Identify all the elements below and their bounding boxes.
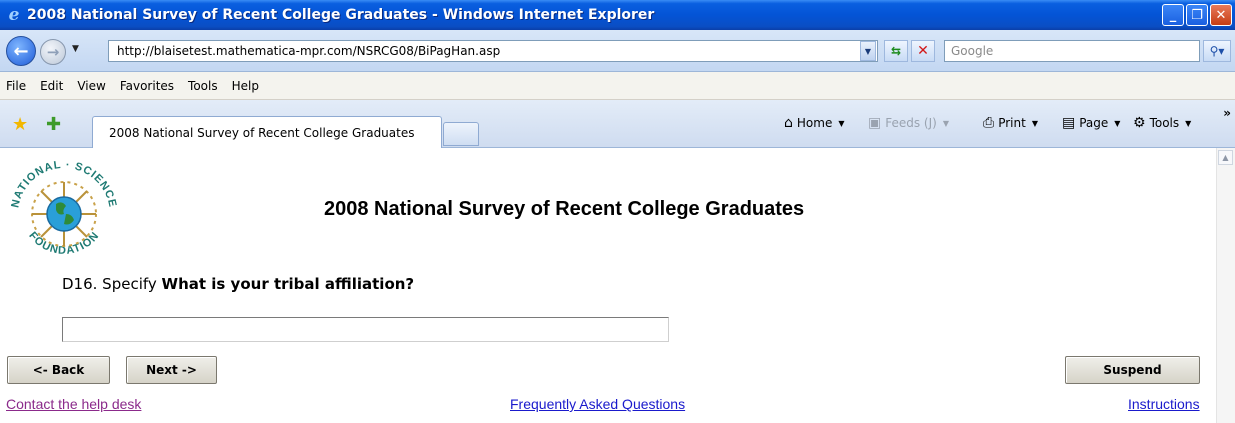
window-title-bar[interactable]: e 2008 National Survey of Recent College… [0,0,1235,30]
tab-active[interactable]: 2008 National Survey of Recent College G… [92,116,442,148]
home-label: Home [796,116,833,130]
menu-tools[interactable]: Tools [188,79,218,93]
tools-label: Tools [1149,116,1180,130]
menu-view[interactable]: View [77,79,105,93]
back-button[interactable]: <- Back [7,356,110,384]
tribal-affiliation-input[interactable] [62,317,669,342]
history-dropdown-icon[interactable]: ▼ [72,44,79,54]
chevron-down-icon[interactable]: ▼ [1114,119,1120,128]
gear-icon: ⚙ [1133,115,1146,131]
vertical-scrollbar[interactable]: ▲ [1216,148,1235,423]
search-icon[interactable]: ⚲▾ [1203,40,1231,62]
next-button[interactable]: Next -> [126,356,217,384]
ie-logo-icon: e [8,5,20,25]
minimize-button[interactable]: _ [1162,4,1184,26]
tools-button[interactable]: ⚙ Tools ▼ [1133,115,1191,131]
page-icon: ▤ [1062,115,1076,131]
feeds-icon: ▣ [868,115,882,131]
close-button[interactable]: ✕ [1210,4,1232,26]
favorites-star-icon[interactable]: ★ [12,114,28,135]
search-input[interactable]: Google [944,40,1200,62]
menu-favorites[interactable]: Favorites [120,79,174,93]
window-title: 2008 National Survey of Recent College G… [27,7,655,23]
nsf-logo: NATIONAL · SCIENCE FOUNDATION [9,159,117,257]
scroll-up-icon[interactable]: ▲ [1218,150,1233,165]
back-arrow-icon[interactable]: ← [6,36,36,66]
new-tab-button[interactable] [443,122,479,146]
home-icon: ⌂ [784,115,793,131]
instructions-link[interactable]: Instructions [1128,396,1200,412]
page-button[interactable]: ▤ Page ▼ [1062,115,1120,131]
feeds-button[interactable]: ▣ Feeds (J) ▼ [868,115,949,131]
refresh-icon[interactable]: ⇆ [884,40,908,62]
page-content: ▲ NATIONAL · SCIENCE FOUNDATION 2008 Nat… [0,148,1235,423]
faq-link[interactable]: Frequently Asked Questions [510,396,685,412]
question-number: D16. Specify [62,275,162,293]
question-prompt: D16. Specify What is your tribal affilia… [62,275,414,293]
print-label: Print [998,116,1026,130]
chevron-down-icon[interactable]: ▼ [838,119,844,128]
question-text: What is your tribal affiliation? [161,275,415,293]
tab-bar: ★ ✚ 2008 National Survey of Recent Colle… [0,100,1235,148]
feeds-label: Feeds (J) [885,116,937,130]
menu-bar: File Edit View Favorites Tools Help [0,72,1235,100]
help-desk-link[interactable]: Contact the help desk [6,396,141,412]
menu-help[interactable]: Help [232,79,259,93]
chevron-down-icon[interactable]: ▼ [943,119,949,128]
more-commands-icon[interactable]: » [1223,106,1231,120]
address-toolbar: ← → ▼ http://blaisetest.mathematica-mpr.… [0,30,1235,72]
stop-icon[interactable]: ✕ [911,40,935,62]
suspend-button[interactable]: Suspend [1065,356,1200,384]
home-button[interactable]: ⌂ Home ▼ [784,115,844,131]
survey-title: 2008 National Survey of Recent College G… [324,198,805,220]
address-dropdown-icon[interactable]: ▼ [860,41,876,61]
menu-edit[interactable]: Edit [40,79,63,93]
forward-arrow-icon[interactable]: → [40,39,66,65]
add-favorite-icon[interactable]: ✚ [46,114,61,135]
print-button[interactable]: ⎙ Print ▼ [983,115,1038,131]
maximize-button[interactable]: ❐ [1186,4,1208,26]
page-label: Page [1079,116,1109,130]
chevron-down-icon[interactable]: ▼ [1032,119,1038,128]
address-input[interactable]: http://blaisetest.mathematica-mpr.com/NS… [108,40,878,62]
printer-icon: ⎙ [983,115,995,131]
chevron-down-icon[interactable]: ▼ [1185,119,1191,128]
menu-file[interactable]: File [6,79,26,93]
